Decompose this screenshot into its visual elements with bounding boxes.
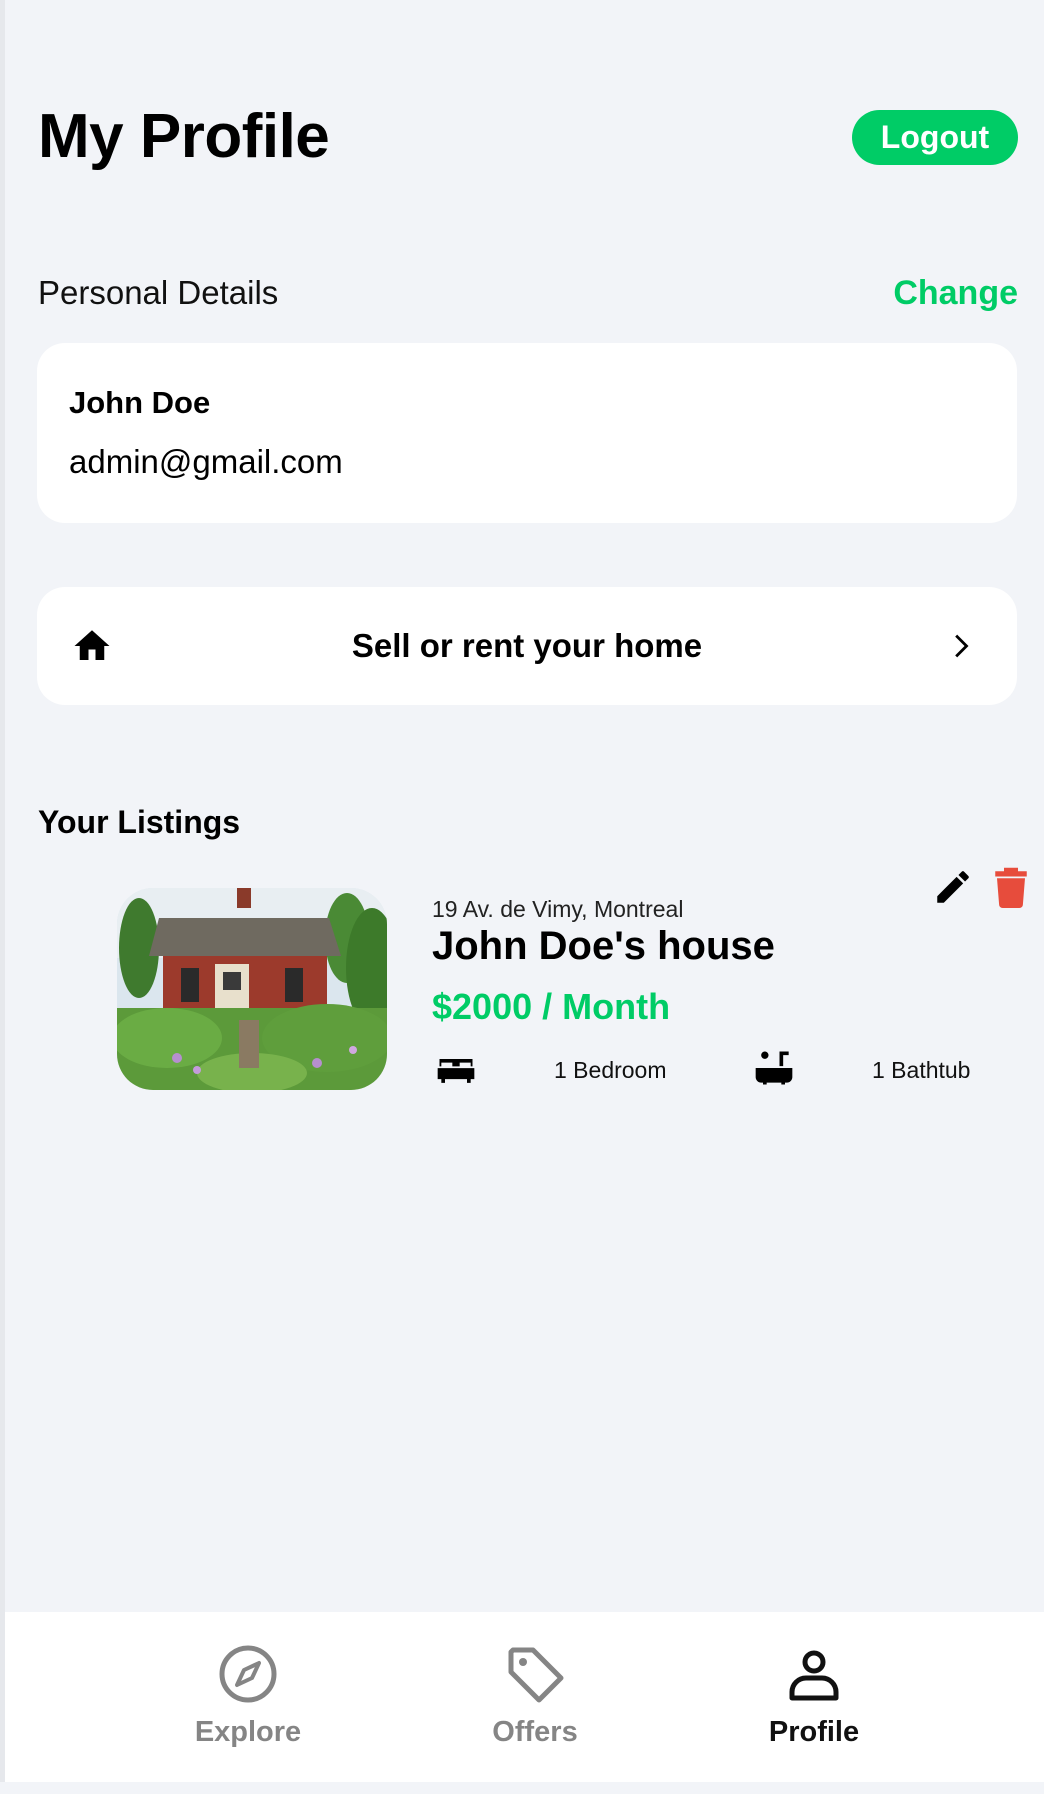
bathtub-count: 1 Bathtub xyxy=(872,1057,971,1083)
personal-details-label: Personal Details xyxy=(38,274,279,311)
tab-label-offers: Offers xyxy=(492,1716,578,1748)
compass-icon xyxy=(219,1645,277,1703)
edit-icon[interactable] xyxy=(932,866,974,908)
listing-title: John Doe's house xyxy=(432,924,775,968)
person-icon xyxy=(789,1650,839,1701)
personal-details-card: John Doe admin@gmail.com xyxy=(37,343,1017,523)
tab-label-explore: Explore xyxy=(194,1716,302,1748)
bed-icon xyxy=(437,1059,475,1083)
your-listings-title: Your Listings xyxy=(38,804,241,840)
delete-icon[interactable] xyxy=(993,866,1029,908)
logout-button[interactable]: Logout xyxy=(852,110,1018,165)
bathtub-icon xyxy=(755,1051,793,1085)
listing-price: $2000 / Month xyxy=(432,986,671,1027)
sell-or-rent-label: Sell or rent your home xyxy=(351,627,703,664)
user-name: John Doe xyxy=(69,385,211,420)
bedroom-count: 1 Bedroom xyxy=(554,1057,667,1083)
tab-offers[interactable]: Offers xyxy=(425,1612,645,1782)
tag-icon xyxy=(508,1647,564,1703)
chevron-right-icon xyxy=(955,634,969,658)
listing-address: 19 Av. de Vimy, Montreal xyxy=(432,896,684,922)
personal-details-header: Personal Details Change xyxy=(38,268,1018,318)
bottom-tab-bar: Explore Offers Profile xyxy=(5,1612,1044,1782)
user-email: admin@gmail.com xyxy=(69,443,343,480)
page-title: My Profile xyxy=(38,102,330,171)
sell-or-rent-button[interactable]: Sell or rent your home xyxy=(37,587,1017,705)
tab-profile[interactable]: Profile xyxy=(704,1612,924,1782)
header: My Profile Logout xyxy=(38,96,1018,186)
tab-explore[interactable]: Explore xyxy=(138,1612,358,1782)
listing-image xyxy=(117,888,387,1090)
tab-label-profile: Profile xyxy=(768,1716,860,1748)
change-link[interactable]: Change xyxy=(893,268,1018,318)
bottom-edge xyxy=(0,1782,1044,1794)
listing-item[interactable]: 19 Av. de Vimy, Montreal John Doe's hous… xyxy=(0,880,1044,1100)
